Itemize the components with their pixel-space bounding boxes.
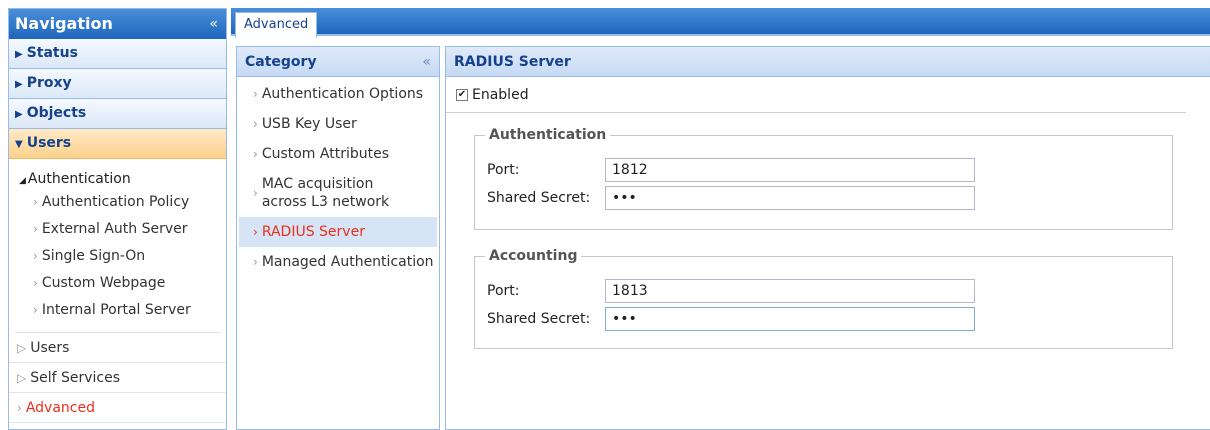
auth-secret-input[interactable]: •••: [605, 186, 975, 210]
category-item-label: Authentication Options: [261, 86, 424, 102]
acct-port-label: Port:: [487, 283, 520, 299]
auth-port-label: Port:: [487, 162, 520, 178]
chevron-right-icon: ›: [253, 255, 258, 269]
tree-item-internal-portal-server[interactable]: › Internal Portal Server: [9, 297, 226, 324]
tree-item-authentication-policy[interactable]: › Authentication Policy: [9, 189, 226, 216]
tree-item-advanced[interactable]: › Advanced: [9, 393, 226, 423]
main-tab-strip: Advanced: [231, 8, 1210, 38]
navigation-panel: Navigation « ▶ Status ▶ Proxy ▶ Objects ▼ Us…: [8, 8, 227, 430]
collapse-navigation-icon[interactable]: «: [209, 9, 218, 39]
chevron-right-icon: ›: [253, 87, 258, 101]
category-item-custom-attributes[interactable]: › Custom Attributes: [239, 139, 437, 169]
auth-secret-row: Shared Secret: •••: [487, 186, 975, 210]
navigation-header: Navigation «: [9, 9, 226, 39]
authentication-legend: Authentication: [485, 126, 611, 144]
chevron-right-icon: ›: [33, 276, 38, 290]
navigation-title: Navigation: [15, 14, 113, 33]
acct-secret-label: Shared Secret:: [487, 311, 591, 327]
chevron-right-icon: ›: [253, 117, 258, 131]
category-panel: Category « › Authentication Options › USB …: [236, 46, 440, 430]
category-item-label: RADIUS Server: [261, 224, 365, 240]
radius-server-header: RADIUS Server: [446, 47, 1210, 77]
tree-item-label: Custom Webpage: [41, 275, 166, 291]
enabled-label: Enabled: [472, 86, 529, 103]
enabled-row: ✔ Enabled: [446, 77, 1186, 113]
tree-item-label: Authentication Policy: [41, 194, 190, 210]
tree-item-label: Users: [30, 340, 70, 356]
nav-section-label: Users: [26, 135, 72, 151]
nav-section-label: Objects: [26, 105, 87, 121]
chevron-right-icon: ›: [253, 186, 258, 200]
chevron-right-icon: ›: [33, 222, 38, 236]
acct-secret-row: Shared Secret: •••: [487, 307, 975, 331]
tree-item-label: Single Sign-On: [41, 248, 146, 264]
chevron-right-icon: ›: [253, 225, 258, 239]
expanded-triangle-icon: ◢: [19, 176, 26, 186]
check-icon: ✔: [457, 88, 467, 100]
collapse-category-icon[interactable]: «: [422, 47, 431, 77]
tree-item-label: External Auth Server: [41, 221, 188, 237]
collapsed-triangle-icon: ▷: [17, 371, 27, 385]
acct-secret-input[interactable]: •••: [605, 307, 975, 331]
tree-item-users[interactable]: ▷ Users: [9, 333, 226, 363]
caret-down-icon: ▼: [15, 139, 23, 150]
tree-group-authentication[interactable]: ◢ Authentication: [9, 169, 226, 189]
users-tree: ◢ Authentication › Authentication Policy ›…: [9, 159, 226, 423]
tree-item-single-sign-on[interactable]: › Single Sign-On: [9, 243, 226, 270]
category-item-mac-acquisition[interactable]: › MAC acquisition across L3 network: [239, 169, 437, 217]
collapsed-triangle-icon: ▷: [17, 341, 27, 355]
enabled-checkbox[interactable]: ✔: [456, 88, 468, 101]
acct-port-row: Port: 1813: [487, 279, 975, 303]
chevron-right-icon: ›: [33, 249, 38, 263]
tree-item-label: Advanced: [25, 400, 95, 416]
category-title: Category: [245, 54, 317, 70]
nav-section-objects[interactable]: ▶ Objects: [9, 99, 226, 129]
category-list: › Authentication Options › USB Key User › C…: [237, 77, 439, 277]
chevron-right-icon: ›: [253, 147, 258, 161]
accounting-legend: Accounting: [485, 247, 582, 265]
chevron-right-icon: ›: [33, 303, 38, 317]
tree-item-self-services[interactable]: ▷ Self Services: [9, 363, 226, 393]
category-item-label: MAC acquisition across L3 network: [261, 176, 390, 210]
nav-section-label: Status: [26, 45, 78, 61]
tree-item-label: Internal Portal Server: [41, 302, 191, 318]
category-item-radius-server[interactable]: › RADIUS Server: [239, 217, 437, 247]
nav-section-label: Proxy: [26, 75, 72, 91]
radius-server-panel: RADIUS Server ✔ Enabled Authentication P…: [445, 46, 1210, 430]
auth-port-input[interactable]: 1812: [605, 158, 975, 182]
acct-port-input[interactable]: 1813: [605, 279, 975, 303]
chevron-right-icon: ›: [33, 195, 38, 209]
auth-port-row: Port: 1812: [487, 158, 975, 182]
caret-right-icon: ▶: [15, 109, 23, 120]
authentication-fieldset: Authentication Port: 1812 Shared Secret:…: [474, 126, 1173, 230]
tree-item-label: Self Services: [30, 370, 121, 386]
nav-section-status[interactable]: ▶ Status: [9, 39, 226, 69]
nav-section-proxy[interactable]: ▶ Proxy: [9, 69, 226, 99]
category-header: Category «: [237, 47, 439, 77]
category-item-label: Custom Attributes: [261, 146, 390, 162]
tab-advanced[interactable]: Advanced: [235, 12, 318, 38]
category-item-authentication-options[interactable]: › Authentication Options: [239, 79, 437, 109]
chevron-right-icon: ›: [17, 401, 22, 415]
caret-right-icon: ▶: [15, 49, 23, 60]
tree-group-label: Authentication: [27, 171, 131, 187]
category-item-usb-key-user[interactable]: › USB Key User: [239, 109, 437, 139]
tree-item-external-auth-server[interactable]: › External Auth Server: [9, 216, 226, 243]
tree-item-custom-webpage[interactable]: › Custom Webpage: [9, 270, 226, 297]
category-item-managed-authentication[interactable]: › Managed Authentication: [239, 247, 437, 277]
category-item-label: USB Key User: [261, 116, 357, 132]
caret-right-icon: ▶: [15, 79, 23, 90]
nav-section-users[interactable]: ▼ Users: [9, 129, 226, 159]
accounting-fieldset: Accounting Port: 1813 Shared Secret: •••: [474, 247, 1173, 349]
category-item-label: Managed Authentication: [261, 254, 434, 270]
auth-secret-label: Shared Secret:: [487, 190, 591, 206]
